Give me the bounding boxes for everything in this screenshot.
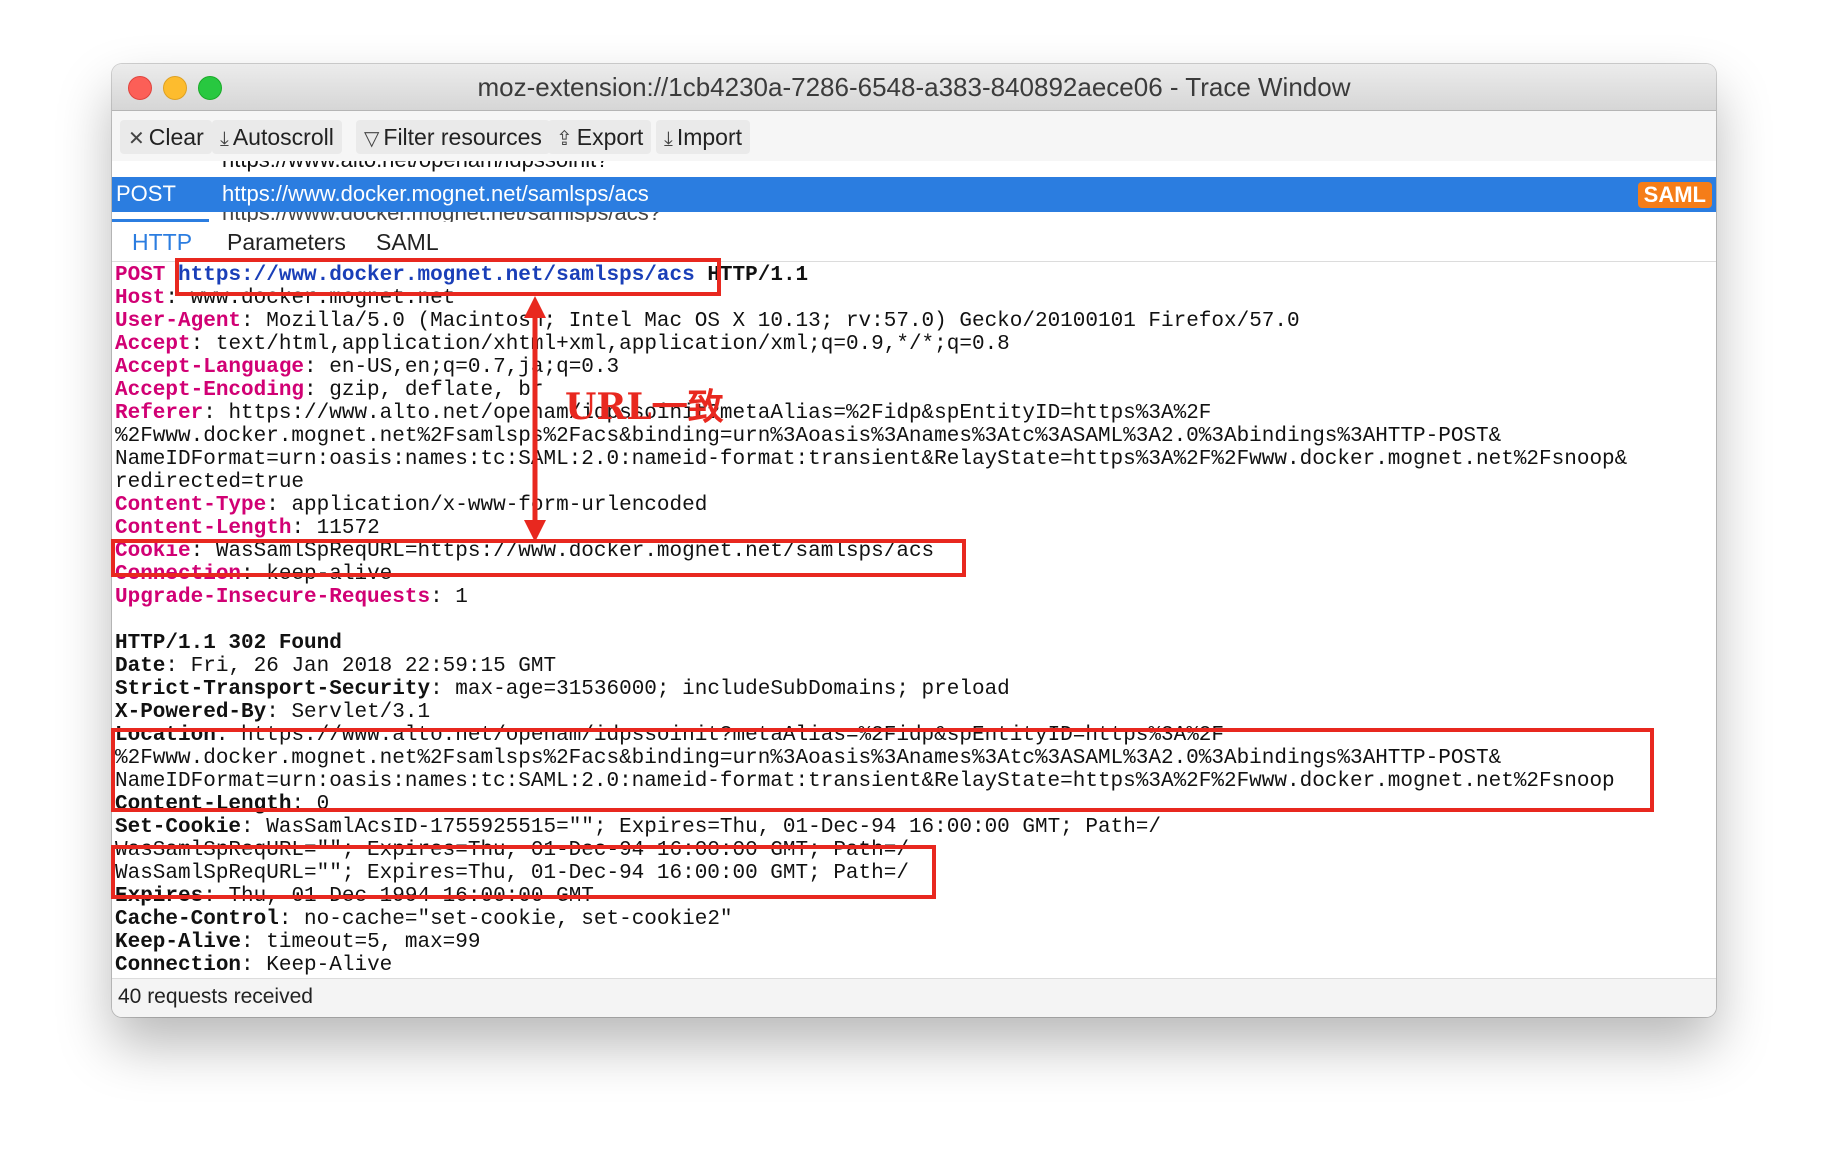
- request-method: POST: [116, 181, 176, 206]
- import-icon: ⤓: [664, 128, 673, 150]
- header-value: timeout=5, max=99: [266, 931, 481, 954]
- status-line: HTTP/1.1 302 Found: [115, 632, 342, 655]
- header-key: Date: [115, 655, 166, 678]
- clear-label: Clear: [148, 124, 204, 150]
- header-value: no-cache="set-cookie, set-cookie2": [304, 908, 733, 931]
- header-key: Accept-Language: [115, 356, 305, 379]
- clear-icon: ✕: [128, 128, 145, 150]
- highlight-box-location: [111, 728, 1654, 812]
- header-value: NameIDFormat=urn:oasis:names:tc:SAML:2.0…: [115, 448, 1628, 471]
- header-key: Upgrade-Insecure-Requests: [115, 586, 431, 609]
- header-key: Content-Type: [115, 494, 267, 517]
- detail-tabs: HTTP Parameters SAML: [112, 219, 1716, 262]
- export-label: Export: [576, 124, 644, 150]
- filter-icon: ▽: [364, 128, 380, 150]
- header-value: Fri, 26 Jan 2018 22:59:15 GMT: [190, 655, 557, 678]
- header-line: Date: Fri, 26 Jan 2018 22:59:15 GMT: [115, 655, 557, 678]
- saml-badge: SAML: [1637, 182, 1712, 208]
- autoscroll-label: Autoscroll: [232, 124, 334, 150]
- header-line: Cache-Control: no-cache="set-cookie, set…: [115, 908, 733, 931]
- header-line: Connection: Keep-Alive: [115, 954, 393, 977]
- toolbar: ✕ Clear ⤓ Autoscroll ▽ Filter resources ⇪ Ex…: [112, 111, 1716, 161]
- filter-label: Filter resources: [383, 124, 542, 150]
- export-button[interactable]: ⇪ Export: [548, 120, 652, 154]
- filter-resources-button[interactable]: ▽ Filter resources: [356, 120, 550, 154]
- request-row-selected[interactable]: POST https://www.docker.mognet.net/samls…: [112, 177, 1716, 212]
- header-key: Accept: [115, 333, 191, 356]
- status-bar: 40 requests received: [112, 978, 1716, 1017]
- header-key: Host: [115, 287, 166, 310]
- header-value: 11572: [316, 517, 380, 540]
- highlight-box-cookie: [111, 539, 966, 577]
- header-line: Upgrade-Insecure-Requests: 1: [115, 586, 468, 609]
- header-key: Keep-Alive: [115, 931, 242, 954]
- header-value: WasSamlAcsID-1755925515=""; Expires=Thu,…: [266, 816, 1161, 839]
- header-value: text/html,application/xhtml+xml,applicat…: [215, 333, 1010, 356]
- header-line: %2Fwww.docker.mognet.net%2Fsamlsps%2Facs…: [115, 425, 1501, 448]
- tab-http[interactable]: HTTP: [132, 229, 192, 256]
- header-value: %2Fwww.docker.mognet.net%2Fsamlsps%2Facs…: [115, 425, 1502, 448]
- header-value: 1: [455, 586, 468, 609]
- header-line: NameIDFormat=urn:oasis:names:tc:SAML:2.0…: [115, 448, 1627, 471]
- header-line: Accept-Encoding: gzip, deflate, br: [115, 379, 544, 402]
- status-text: 40 requests received: [118, 985, 313, 1008]
- header-key: Strict-Transport-Security: [115, 678, 431, 701]
- header-line: Strict-Transport-Security: max-age=31536…: [115, 678, 1010, 701]
- url-match-annotation: URL一致: [565, 386, 724, 428]
- request-version: HTTP/1.1: [707, 264, 809, 287]
- header-value: redirected=true: [115, 471, 305, 494]
- header-line: Set-Cookie: WasSamlAcsID-1755925515=""; …: [115, 816, 1161, 839]
- header-key: Set-Cookie: [115, 816, 242, 839]
- highlight-box-cleared-cookies: [111, 845, 936, 899]
- header-key: Accept-Encoding: [115, 379, 305, 402]
- header-line: Keep-Alive: timeout=5, max=99: [115, 931, 481, 954]
- request-row[interactable]: https://www.alto.net/openam/idpssoinit?m…: [112, 161, 1716, 177]
- header-value: application/x-www-form-urlencoded: [291, 494, 708, 517]
- header-value: Keep-Alive: [266, 954, 393, 977]
- header-key: Cache-Control: [115, 908, 279, 931]
- clear-button[interactable]: ✕ Clear: [120, 120, 212, 154]
- header-line: User-Agent: Mozilla/5.0 (Macintosh; Inte…: [115, 310, 1300, 333]
- header-line: X-Powered-By: Servlet/3.1: [115, 701, 431, 724]
- header-line: Accept: text/html,application/xhtml+xml,…: [115, 333, 1010, 356]
- title-bar: moz-extension://1cb4230a-7286-6548-a383-…: [112, 64, 1716, 111]
- header-value: Mozilla/5.0 (Macintosh; Intel Mac OS X 1…: [266, 310, 1300, 333]
- window-title: moz-extension://1cb4230a-7286-6548-a383-…: [477, 72, 1351, 102]
- header-line: Content-Length: 11572: [115, 517, 380, 540]
- double-arrow-icon: [524, 296, 546, 542]
- header-key: Connection: [115, 954, 242, 977]
- header-line: Content-Type: application/x-www-form-url…: [115, 494, 708, 517]
- download-arrow-icon: ⤓: [220, 128, 229, 150]
- request-url: https://www.docker.mognet.net/samlsps/ac…: [222, 181, 649, 206]
- header-value: en-US,en;q=0.7,ja;q=0.3: [329, 356, 620, 379]
- header-value: gzip, deflate, br: [329, 379, 544, 402]
- header-value: Servlet/3.1: [291, 701, 431, 724]
- export-icon: ⇪: [556, 128, 573, 150]
- header-key: User-Agent: [115, 310, 242, 333]
- request-method: POST: [115, 264, 166, 287]
- header-key: X-Powered-By: [115, 701, 267, 724]
- header-key: Content-Length: [115, 517, 292, 540]
- header-line: redirected=true: [115, 471, 304, 494]
- autoscroll-button[interactable]: ⤓ Autoscroll: [212, 120, 342, 154]
- tab-saml[interactable]: SAML: [376, 229, 439, 256]
- import-button[interactable]: ⤓ Import: [656, 120, 751, 154]
- request-url: https://www.alto.net/openam/idpssoinit?m…: [222, 161, 1716, 177]
- tab-parameters[interactable]: Parameters: [227, 229, 346, 256]
- import-label: Import: [676, 124, 743, 150]
- header-key: Referer: [115, 402, 204, 425]
- header-value: max-age=31536000; includeSubDomains; pre…: [455, 678, 1010, 701]
- highlight-box-request-url: [175, 258, 721, 296]
